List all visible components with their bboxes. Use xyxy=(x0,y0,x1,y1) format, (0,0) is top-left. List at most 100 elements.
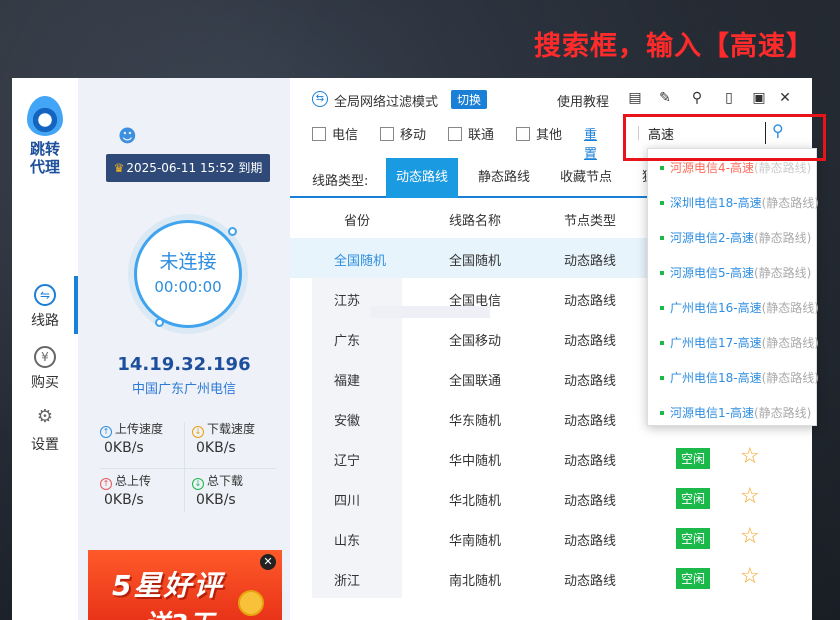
line-name: 南北随机 xyxy=(449,574,502,589)
node-type: 动态路线 xyxy=(564,574,617,589)
checkbox-unicom[interactable]: 联通 xyxy=(448,124,494,143)
province: 浙江 xyxy=(334,574,361,589)
promo-text-2: 送3天 xyxy=(144,604,214,620)
arrow-up-icon: ↑ xyxy=(100,426,112,438)
side-nav: 跳转 代理 ⇋ 线路 ¥ 购买 ⚙ 设置 xyxy=(12,78,78,620)
node-type: 动态路线 xyxy=(564,494,617,509)
upload-speed: ↑ 上传速度 0KB/s xyxy=(100,420,188,456)
speed-stats: ↑ 上传速度 0KB/s ↓ 下载速度 0KB/s ↑ 总上传 0KB/s ↓ 总下载 … xyxy=(100,418,276,558)
suggestion-name: 河源电信5-高速 xyxy=(670,266,754,280)
header-province: 省份 xyxy=(344,214,371,229)
user-icon[interactable]: ☻ xyxy=(118,126,137,147)
checkbox-mobile[interactable]: 移动 xyxy=(380,124,426,143)
suggestion-name: 深圳电信18-高速 xyxy=(670,196,762,210)
suggestion-name: 河源电信1-高速 xyxy=(670,406,754,420)
nav-item-label: 设置 xyxy=(31,437,59,453)
suggestion-item[interactable]: 河源电信1-高速(静态路线) xyxy=(660,404,820,421)
checkbox-label: 其他 xyxy=(536,128,563,143)
line-name: 全国随机 xyxy=(449,254,502,269)
nav-item-lines[interactable]: ⇋ 线路 xyxy=(12,274,78,336)
ip-address: 14.19.32.196 xyxy=(117,354,251,375)
suggestion-item[interactable]: 河源电信4-高速(静态路线) xyxy=(660,159,820,176)
node-type: 动态路线 xyxy=(564,294,617,309)
headset-icon[interactable]: ⚲ xyxy=(688,89,706,107)
favorite-star-icon[interactable]: ☆ xyxy=(740,524,760,549)
logo-text-2: 代理 xyxy=(29,158,60,176)
checkbox-label: 电信 xyxy=(332,128,359,143)
checkbox-telecom[interactable]: 电信 xyxy=(312,124,358,143)
line-name: 华东随机 xyxy=(449,414,502,429)
phone-icon[interactable]: ▯ xyxy=(720,89,738,107)
filter-icon: ⇆ xyxy=(312,91,328,107)
crown-icon: ♛ xyxy=(113,161,125,175)
close-icon[interactable]: ✕ xyxy=(260,554,276,570)
reset-link[interactable]: 重置 xyxy=(584,124,597,162)
table-row[interactable]: 辽宁 华中随机 动态路线 空闲 ☆ xyxy=(290,438,812,478)
nav-item-settings[interactable]: ⚙ 设置 xyxy=(12,398,78,460)
nav-item-label: 购买 xyxy=(31,375,59,391)
search-icon[interactable]: ⚲ xyxy=(772,121,784,140)
minimize-icon[interactable]: ▣ xyxy=(750,89,768,107)
line-name: 华南随机 xyxy=(449,534,502,549)
calendar-icon[interactable]: ▤ xyxy=(626,89,644,107)
instruction-caption: 搜索框，输入【高速】 xyxy=(534,31,814,62)
tab-favorites[interactable]: 收藏节点 xyxy=(550,158,622,198)
suggestion-item[interactable]: 广州电信16-高速(静态路线) xyxy=(660,299,820,316)
node-type: 动态路线 xyxy=(564,374,617,389)
table-row[interactable]: 山东 华南随机 动态路线 空闲 ☆ xyxy=(290,518,812,558)
tutorial-link[interactable]: 使用教程 xyxy=(557,91,609,110)
arrow-down-icon: ↓ xyxy=(192,426,204,438)
expiry-badge: ♛ 2025-06-11 15:52 到期 xyxy=(106,154,270,182)
line-name: 全国移动 xyxy=(449,334,502,349)
favorite-star-icon[interactable]: ☆ xyxy=(740,564,760,589)
tab-dynamic[interactable]: 动态路线 xyxy=(386,158,459,198)
nav-item-purchase[interactable]: ¥ 购买 xyxy=(12,336,78,398)
divider xyxy=(100,468,276,469)
checkbox-label: 移动 xyxy=(400,128,427,143)
table-row[interactable]: 四川 华北随机 动态路线 空闲 ☆ xyxy=(290,478,812,518)
suggestion-item[interactable]: 广州电信18-高速(静态路线) xyxy=(660,369,820,386)
table-row[interactable]: 浙江 南北随机 动态路线 空闲 ☆ xyxy=(290,558,812,598)
suggestion-tag: (静态路线) xyxy=(761,371,819,385)
gear-icon: ⚙ xyxy=(36,406,54,427)
ring-dot xyxy=(228,227,237,236)
line-name: 华北随机 xyxy=(449,494,502,509)
suggestion-tag: (静态路线) xyxy=(761,301,819,315)
expiry-text: 2025-06-11 15:52 到期 xyxy=(126,161,263,175)
node-type: 动态路线 xyxy=(564,334,617,349)
suggestion-item[interactable]: 河源电信5-高速(静态路线) xyxy=(660,264,820,281)
suggestion-name: 河源电信4-高速 xyxy=(670,161,754,175)
top-toolbar: ⇆ 全局网络过滤模式 切换 使用教程 ▤ ✎ ⚲ ▯ ▣ ✕ xyxy=(290,88,812,112)
upload-label: 上传速度 xyxy=(115,422,164,436)
province: 山东 xyxy=(334,534,361,549)
suggestion-tag: (静态路线) xyxy=(761,336,819,350)
header-node-type: 节点类型 xyxy=(564,214,617,229)
suggestion-item[interactable]: 河源电信2-高速(静态路线) xyxy=(660,229,820,246)
search-input[interactable] xyxy=(648,122,766,144)
connect-button[interactable]: 未连接 00:00:00 xyxy=(134,220,242,328)
province: 江苏 xyxy=(334,294,361,309)
lines-icon: ⇋ xyxy=(34,284,56,306)
province: 全国随机 xyxy=(334,254,387,269)
suggestion-item[interactable]: 深圳电信18-高速(静态路线) xyxy=(660,194,820,211)
edit-icon[interactable]: ✎ xyxy=(656,89,674,107)
status-badge: 空闲 xyxy=(676,568,711,589)
favorite-star-icon[interactable]: ☆ xyxy=(740,444,760,469)
province: 辽宁 xyxy=(334,454,361,469)
logo-icon xyxy=(27,96,63,136)
favorite-star-icon[interactable]: ☆ xyxy=(740,484,760,509)
line-name: 全国联通 xyxy=(449,374,502,389)
promo-banner[interactable]: 5星好评 送3天 ✕ xyxy=(88,550,282,620)
arrow-up-icon: ↑ xyxy=(100,478,112,490)
checkbox-label: 联通 xyxy=(468,128,495,143)
divider xyxy=(638,126,639,140)
checkbox-other[interactable]: 其他 xyxy=(516,124,562,143)
switch-button[interactable]: 切换 xyxy=(451,90,488,109)
download-value: 0KB/s xyxy=(196,440,236,456)
connection-timer: 00:00:00 xyxy=(154,278,222,296)
connection-status: 未连接 xyxy=(159,251,217,273)
close-window-icon[interactable]: ✕ xyxy=(776,89,794,107)
tab-static[interactable]: 静态路线 xyxy=(468,158,540,198)
checkbox-box xyxy=(516,127,530,141)
suggestion-item[interactable]: 广州电信17-高速(静态路线) xyxy=(660,334,820,351)
